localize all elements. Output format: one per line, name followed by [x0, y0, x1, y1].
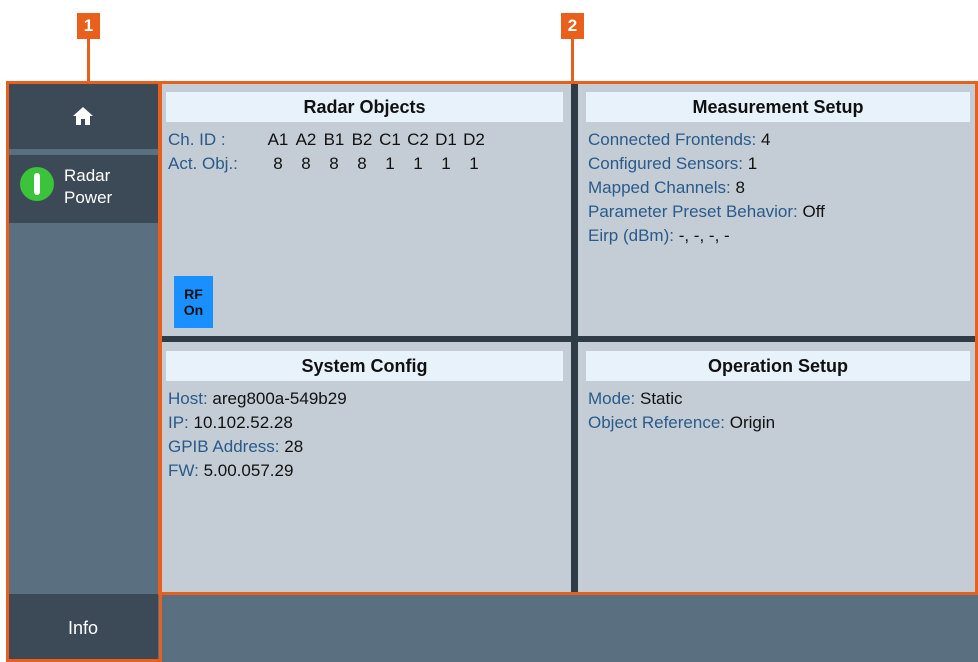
callout-2-line [571, 39, 574, 82]
status-bar [158, 594, 978, 662]
channel-id: B2 [351, 130, 373, 149]
rf-label: RF [184, 286, 203, 302]
configured-sensors-value: 1 [747, 154, 758, 173]
radar-objects-panel[interactable]: Radar Objects Ch. ID : A1 A2 B1 B2 C1 C2… [158, 83, 571, 336]
channel-id: C2 [407, 130, 429, 149]
parameter-preset-value: Off [802, 202, 825, 221]
ip-value: 10.102.52.28 [193, 413, 293, 432]
radar-objects-body: Ch. ID : A1 A2 B1 B2 C1 C2 D1 D2 Act. Ob… [168, 128, 565, 176]
channel-id-row: Ch. ID : A1 A2 B1 B2 C1 C2 D1 D2 [168, 128, 565, 152]
connected-frontends-value: 4 [760, 130, 771, 149]
mode-label: Mode: [588, 389, 636, 408]
info-row: Parameter Preset Behavior: Off [588, 200, 972, 224]
active-object-count: 1 [441, 154, 451, 173]
rf-on-button[interactable]: RF On [174, 276, 213, 328]
operation-setup-title: Operation Setup [586, 351, 970, 381]
channel-id: B1 [323, 130, 345, 149]
channel-id: A1 [267, 130, 289, 149]
system-config-title: System Config [166, 351, 563, 381]
active-object-count: 8 [273, 154, 283, 173]
info-row: Connected Frontends: 4 [588, 128, 972, 152]
system-config-panel[interactable]: System Config Host: areg800a-549b29 IP: … [158, 342, 571, 594]
active-objects-label: Act. Obj.: [168, 154, 238, 173]
channel-id: A2 [295, 130, 317, 149]
object-reference-value: Origin [729, 413, 776, 432]
radar-objects-title: Radar Objects [166, 92, 563, 122]
operation-setup-body: Mode: Static Object Reference: Origin [588, 387, 972, 435]
channel-id-label: Ch. ID : [168, 130, 226, 149]
power-indicator-icon [20, 167, 54, 201]
connected-frontends-label: Connected Frontends: [588, 130, 757, 149]
gpib-address-value: 28 [284, 437, 304, 456]
callout-1-line [87, 39, 90, 82]
host-value: areg800a-549b29 [212, 389, 347, 408]
radar-power-label: Radar Power [64, 166, 113, 207]
active-objects-row: Act. Obj.: 8 8 8 8 1 1 1 1 [168, 152, 565, 176]
firmware-label: FW: [168, 461, 199, 480]
active-object-count: 1 [385, 154, 395, 173]
home-icon [73, 107, 93, 125]
info-row: Host: areg800a-549b29 [168, 387, 565, 411]
system-config-body: Host: areg800a-549b29 IP: 10.102.52.28 G… [168, 387, 565, 483]
mapped-channels-label: Mapped Channels: [588, 178, 731, 197]
measurement-setup-body: Connected Frontends: 4 Configured Sensor… [588, 128, 972, 248]
home-button[interactable] [8, 83, 158, 149]
rf-state: On [183, 302, 204, 318]
info-row: Configured Sensors: 1 [588, 152, 972, 176]
mode-value: Static [639, 389, 683, 408]
operation-setup-panel[interactable]: Operation Setup Mode: Static Object Refe… [578, 342, 978, 594]
eirp-value: -, -, -, - [678, 226, 730, 245]
main-area: Radar Objects Ch. ID : A1 A2 B1 B2 C1 C2… [158, 83, 978, 662]
eirp-label: Eirp (dBm): [588, 226, 674, 245]
ip-label: IP: [168, 413, 189, 432]
info-row: Mode: Static [588, 387, 972, 411]
host-label: Host: [168, 389, 208, 408]
measurement-setup-title: Measurement Setup [586, 92, 970, 122]
active-object-count: 8 [329, 154, 339, 173]
info-row: GPIB Address: 28 [168, 435, 565, 459]
callout-1: 1 [77, 13, 100, 39]
object-reference-label: Object Reference: [588, 413, 726, 432]
channel-id: D2 [463, 130, 485, 149]
active-object-count: 1 [469, 154, 479, 173]
mapped-channels-value: 8 [735, 178, 745, 197]
sidebar: Radar Power Info [8, 83, 158, 662]
active-object-count: 8 [357, 154, 367, 173]
info-row: IP: 10.102.52.28 [168, 411, 565, 435]
info-button[interactable]: Info [8, 594, 158, 662]
measurement-setup-panel[interactable]: Measurement Setup Connected Frontends: 4… [578, 83, 978, 336]
firmware-value: 5.00.057.29 [203, 461, 294, 480]
info-row: Object Reference: Origin [588, 411, 972, 435]
info-row: Eirp (dBm): -, -, -, - [588, 224, 972, 248]
configured-sensors-label: Configured Sensors: [588, 154, 743, 173]
active-object-count: 1 [413, 154, 423, 173]
channel-id: D1 [435, 130, 457, 149]
info-row: FW: 5.00.057.29 [168, 459, 565, 483]
radar-power-button[interactable]: Radar Power [8, 155, 158, 223]
channel-id: C1 [379, 130, 401, 149]
gpib-address-label: GPIB Address: [168, 437, 280, 456]
parameter-preset-label: Parameter Preset Behavior: [588, 202, 798, 221]
callout-2: 2 [561, 13, 584, 39]
active-object-count: 8 [301, 154, 311, 173]
info-row: Mapped Channels: 8 [588, 176, 972, 200]
